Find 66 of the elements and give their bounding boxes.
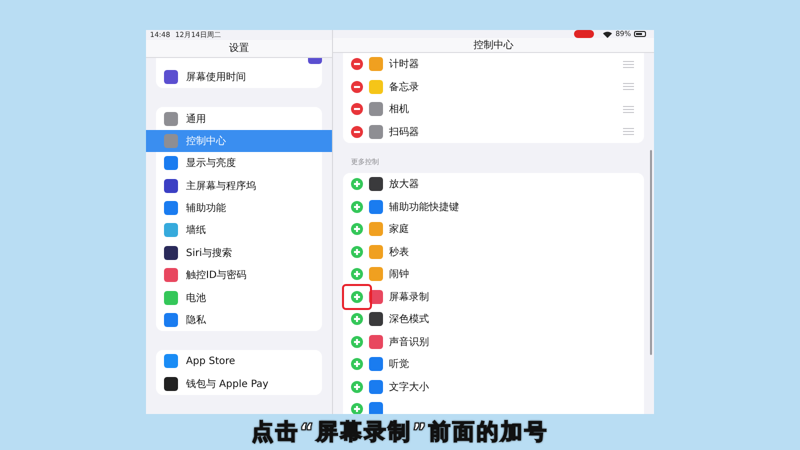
remove-icon[interactable] [351, 126, 363, 138]
add-icon[interactable] [351, 403, 363, 414]
sidebar-item[interactable]: 墙纸 [156, 219, 322, 242]
page-title: 控制中心 [333, 38, 654, 53]
battery-icon [634, 31, 646, 37]
add-icon[interactable] [351, 246, 363, 258]
control-label: 深色模式 [389, 312, 430, 326]
scrollbar[interactable] [650, 150, 652, 355]
app-icon [164, 246, 178, 260]
drag-handle-icon[interactable] [623, 128, 634, 136]
remove-icon[interactable] [351, 58, 363, 70]
add-icon[interactable] [351, 268, 363, 280]
add-icon[interactable] [351, 223, 363, 236]
control-label: 相机 [389, 102, 410, 116]
control-label: 放大器 [389, 178, 420, 192]
sidebar-item[interactable]: Siri与搜索 [156, 242, 322, 264]
add-icon[interactable] [351, 200, 363, 213]
control-label: 文字大小 [389, 380, 430, 394]
app-icon [164, 70, 178, 84]
control-label: 备忘录 [389, 80, 420, 94]
app-icon [164, 354, 178, 368]
drag-handle-icon[interactable] [623, 60, 634, 68]
control-label: 秒表 [389, 246, 410, 259]
add-icon[interactable] [351, 380, 363, 393]
recording-indicator [574, 30, 594, 38]
app-icon [164, 178, 178, 193]
sidebar-item[interactable]: App Store [156, 350, 322, 373]
control-label: 听觉 [389, 358, 410, 372]
control-label: 屏幕录制 [389, 290, 430, 304]
app-icon [164, 290, 178, 305]
app-icon [369, 402, 383, 414]
remove-icon[interactable] [351, 80, 363, 93]
app-icon [164, 134, 178, 148]
control-label: 辅助功能快捷键 [389, 200, 460, 214]
add-icon[interactable] [351, 336, 363, 348]
control-label: 计时器 [389, 58, 420, 72]
sidebar-item[interactable]: 屏幕使用时间 [156, 66, 322, 88]
control-label: 家庭 [389, 222, 410, 236]
remove-icon[interactable] [351, 103, 363, 116]
wifi-icon [603, 30, 612, 38]
sidebar-item[interactable]: 通用 [156, 107, 322, 130]
sidebar-item[interactable]: 辅助功能 [156, 196, 322, 220]
control-label: 闹钟 [389, 268, 410, 282]
sidebar-item[interactable]: 钱包与 Apple Pay [156, 372, 322, 395]
add-icon[interactable] [351, 358, 363, 370]
sidebar-title: 设置 [146, 40, 332, 58]
sidebar-item[interactable]: 隐私 [156, 308, 322, 332]
add-icon[interactable] [351, 290, 363, 303]
control-label: 扫码器 [389, 126, 420, 139]
app-icon [164, 156, 178, 170]
drag-handle-icon[interactable] [623, 83, 634, 90]
control-label: 声音识别 [389, 336, 430, 349]
add-icon[interactable] [351, 178, 363, 190]
sidebar-item[interactable]: 触控ID与密码 [156, 264, 322, 286]
app-icon [164, 112, 178, 126]
sidebar-item[interactable]: 显示与亮度 [156, 152, 322, 174]
app-icon [164, 201, 178, 216]
app-icon [164, 376, 178, 391]
app-icon [164, 268, 178, 282]
app-icon [164, 313, 178, 328]
video-caption: 点击“屏幕录制”前面的加号 [252, 419, 548, 447]
drag-handle-icon[interactable] [623, 106, 634, 113]
app-icon [164, 223, 178, 238]
sidebar-item[interactable]: 主屏幕与程序坞 [156, 174, 322, 197]
add-icon[interactable] [351, 313, 363, 326]
sidebar-item[interactable]: 电池 [156, 286, 322, 309]
